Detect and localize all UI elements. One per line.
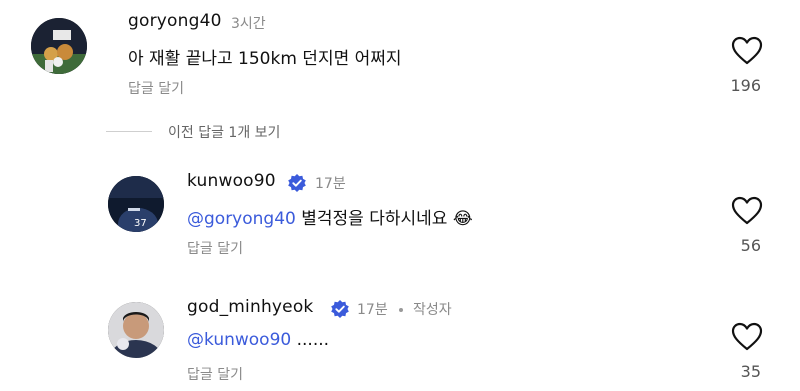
mention-link[interactable]: @kunwoo90 [187, 330, 291, 350]
username[interactable]: kunwoo90 [187, 171, 276, 191]
svg-text:37: 37 [134, 218, 147, 229]
avatar[interactable]: 37 [108, 176, 164, 232]
comment-goryong40: goryong40 3시간 아 재활 끝나고 150km 던지면 어쩌지 답글 … [0, 0, 800, 110]
reply-message: ...... [296, 330, 330, 350]
reply-button[interactable]: 답글 달기 [128, 78, 184, 98]
avatar[interactable] [108, 302, 164, 358]
username[interactable]: goryong40 [128, 11, 222, 31]
author-tag: 작성자 [413, 302, 452, 318]
reply-message: 별걱정을 다하시네요 [301, 209, 448, 229]
view-previous-replies[interactable]: 이전 답글 1개 보기 [168, 122, 280, 142]
timestamp: 17분 [315, 176, 346, 192]
reply-kunwoo90: 37 kunwoo90 17분 @goryong40 별걱정을 다하시네요 😂 … [0, 160, 800, 270]
like-count: 56 [740, 236, 761, 255]
timestamp: 3시간 [231, 16, 266, 32]
verified-badge-icon [331, 300, 349, 318]
laughing-emoji: 😂 [452, 209, 473, 229]
avatar[interactable] [31, 18, 87, 74]
like-count: 196 [730, 76, 761, 95]
heart-icon[interactable] [731, 322, 763, 352]
heart-icon[interactable] [731, 196, 763, 226]
reply-god-minhyeok: god_minhyeok 17분 작성자 @kunwoo90 ...... 답글… [0, 290, 800, 391]
verified-badge-icon [288, 174, 306, 192]
reply-text: @goryong40 별걱정을 다하시네요 😂 [187, 204, 473, 229]
heart-icon[interactable] [731, 36, 763, 66]
mention-link[interactable]: @goryong40 [187, 209, 296, 229]
reply-button[interactable]: 답글 달기 [187, 238, 243, 258]
comment-text: 아 재활 끝나고 150km 던지면 어쩌지 [128, 49, 402, 69]
username[interactable]: god_minhyeok [187, 297, 313, 317]
separator-dot [399, 308, 403, 312]
reply-text: @kunwoo90 ...... [187, 330, 329, 350]
like-count: 35 [740, 362, 761, 381]
divider-line [106, 131, 152, 132]
timestamp: 17분 [357, 302, 388, 318]
reply-button[interactable]: 답글 달기 [187, 364, 243, 384]
